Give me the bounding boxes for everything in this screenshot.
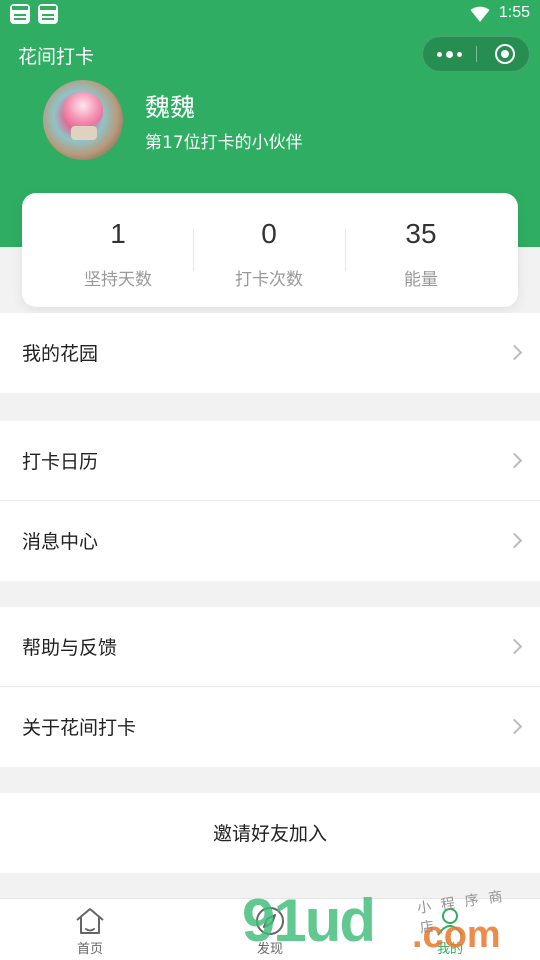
tab-label: 首页	[76, 942, 103, 957]
menu-item-label: 消息中心	[22, 531, 99, 553]
calendar-notification-icon	[10, 4, 30, 24]
app-title: 花间打卡	[18, 46, 95, 68]
tab-home[interactable]: 首页	[0, 899, 180, 960]
stat-value: 1	[110, 218, 126, 249]
menu-item-checkin-calendar[interactable]: 打卡日历	[0, 421, 540, 501]
menu-item-label: 我的花园	[22, 343, 99, 365]
invite-friends-button[interactable]: 邀请好友加入	[0, 793, 540, 873]
status-time: 1:55	[498, 4, 530, 21]
stats-card: 1 坚持天数 0 打卡次数 35 能量	[22, 193, 518, 307]
stat-value: 0	[261, 218, 277, 249]
avatar[interactable]	[43, 80, 123, 160]
wifi-icon	[470, 6, 490, 23]
tab-label: 我的	[436, 942, 463, 957]
chevron-right-icon	[506, 452, 523, 469]
calendar-notification-icon	[38, 4, 58, 24]
stat-label: 能量	[404, 270, 438, 290]
dot-icon	[437, 51, 442, 57]
stat-streak-days: 1 坚持天数	[42, 193, 194, 307]
stat-energy: 35 能量	[345, 193, 497, 307]
capsule-divider	[476, 46, 477, 62]
stat-label: 打卡次数	[235, 270, 303, 290]
username: 魏魏	[145, 93, 196, 122]
tab-me[interactable]: 我的	[360, 899, 540, 960]
tab-discover[interactable]: 发现	[180, 899, 360, 960]
more-options-button[interactable]	[423, 37, 476, 71]
miniprogram-capsule	[422, 36, 530, 72]
chevron-right-icon	[506, 638, 523, 655]
chevron-right-icon	[506, 718, 523, 735]
stat-checkin-count: 0 打卡次数	[193, 193, 345, 307]
chevron-right-icon	[506, 344, 523, 361]
home-icon	[76, 908, 104, 934]
tab-bar: 首页 发现 我的	[0, 898, 540, 960]
chevron-right-icon	[506, 532, 523, 549]
stat-value: 35	[405, 218, 437, 249]
stat-label: 坚持天数	[84, 270, 152, 290]
menu-item-about[interactable]: 关于花间打卡	[0, 687, 540, 767]
menu-item-label: 帮助与反馈	[22, 637, 118, 659]
tab-label: 发现	[256, 942, 283, 957]
close-miniprogram-button[interactable]	[495, 44, 515, 64]
invite-label: 邀请好友加入	[212, 823, 327, 845]
dot-icon	[457, 51, 462, 57]
person-icon	[437, 908, 463, 936]
compass-icon	[256, 907, 284, 935]
menu-item-message-center[interactable]: 消息中心	[0, 501, 540, 581]
menu-item-label: 关于花间打卡	[22, 717, 137, 739]
menu-item-my-garden[interactable]: 我的花园	[0, 313, 540, 393]
status-bar: 1:55	[0, 0, 540, 30]
menu-item-label: 打卡日历	[22, 451, 99, 473]
member-rank-text: 第17位打卡的小伙伴	[145, 133, 303, 153]
dot-icon	[446, 50, 453, 58]
menu-item-help-feedback[interactable]: 帮助与反馈	[0, 607, 540, 687]
